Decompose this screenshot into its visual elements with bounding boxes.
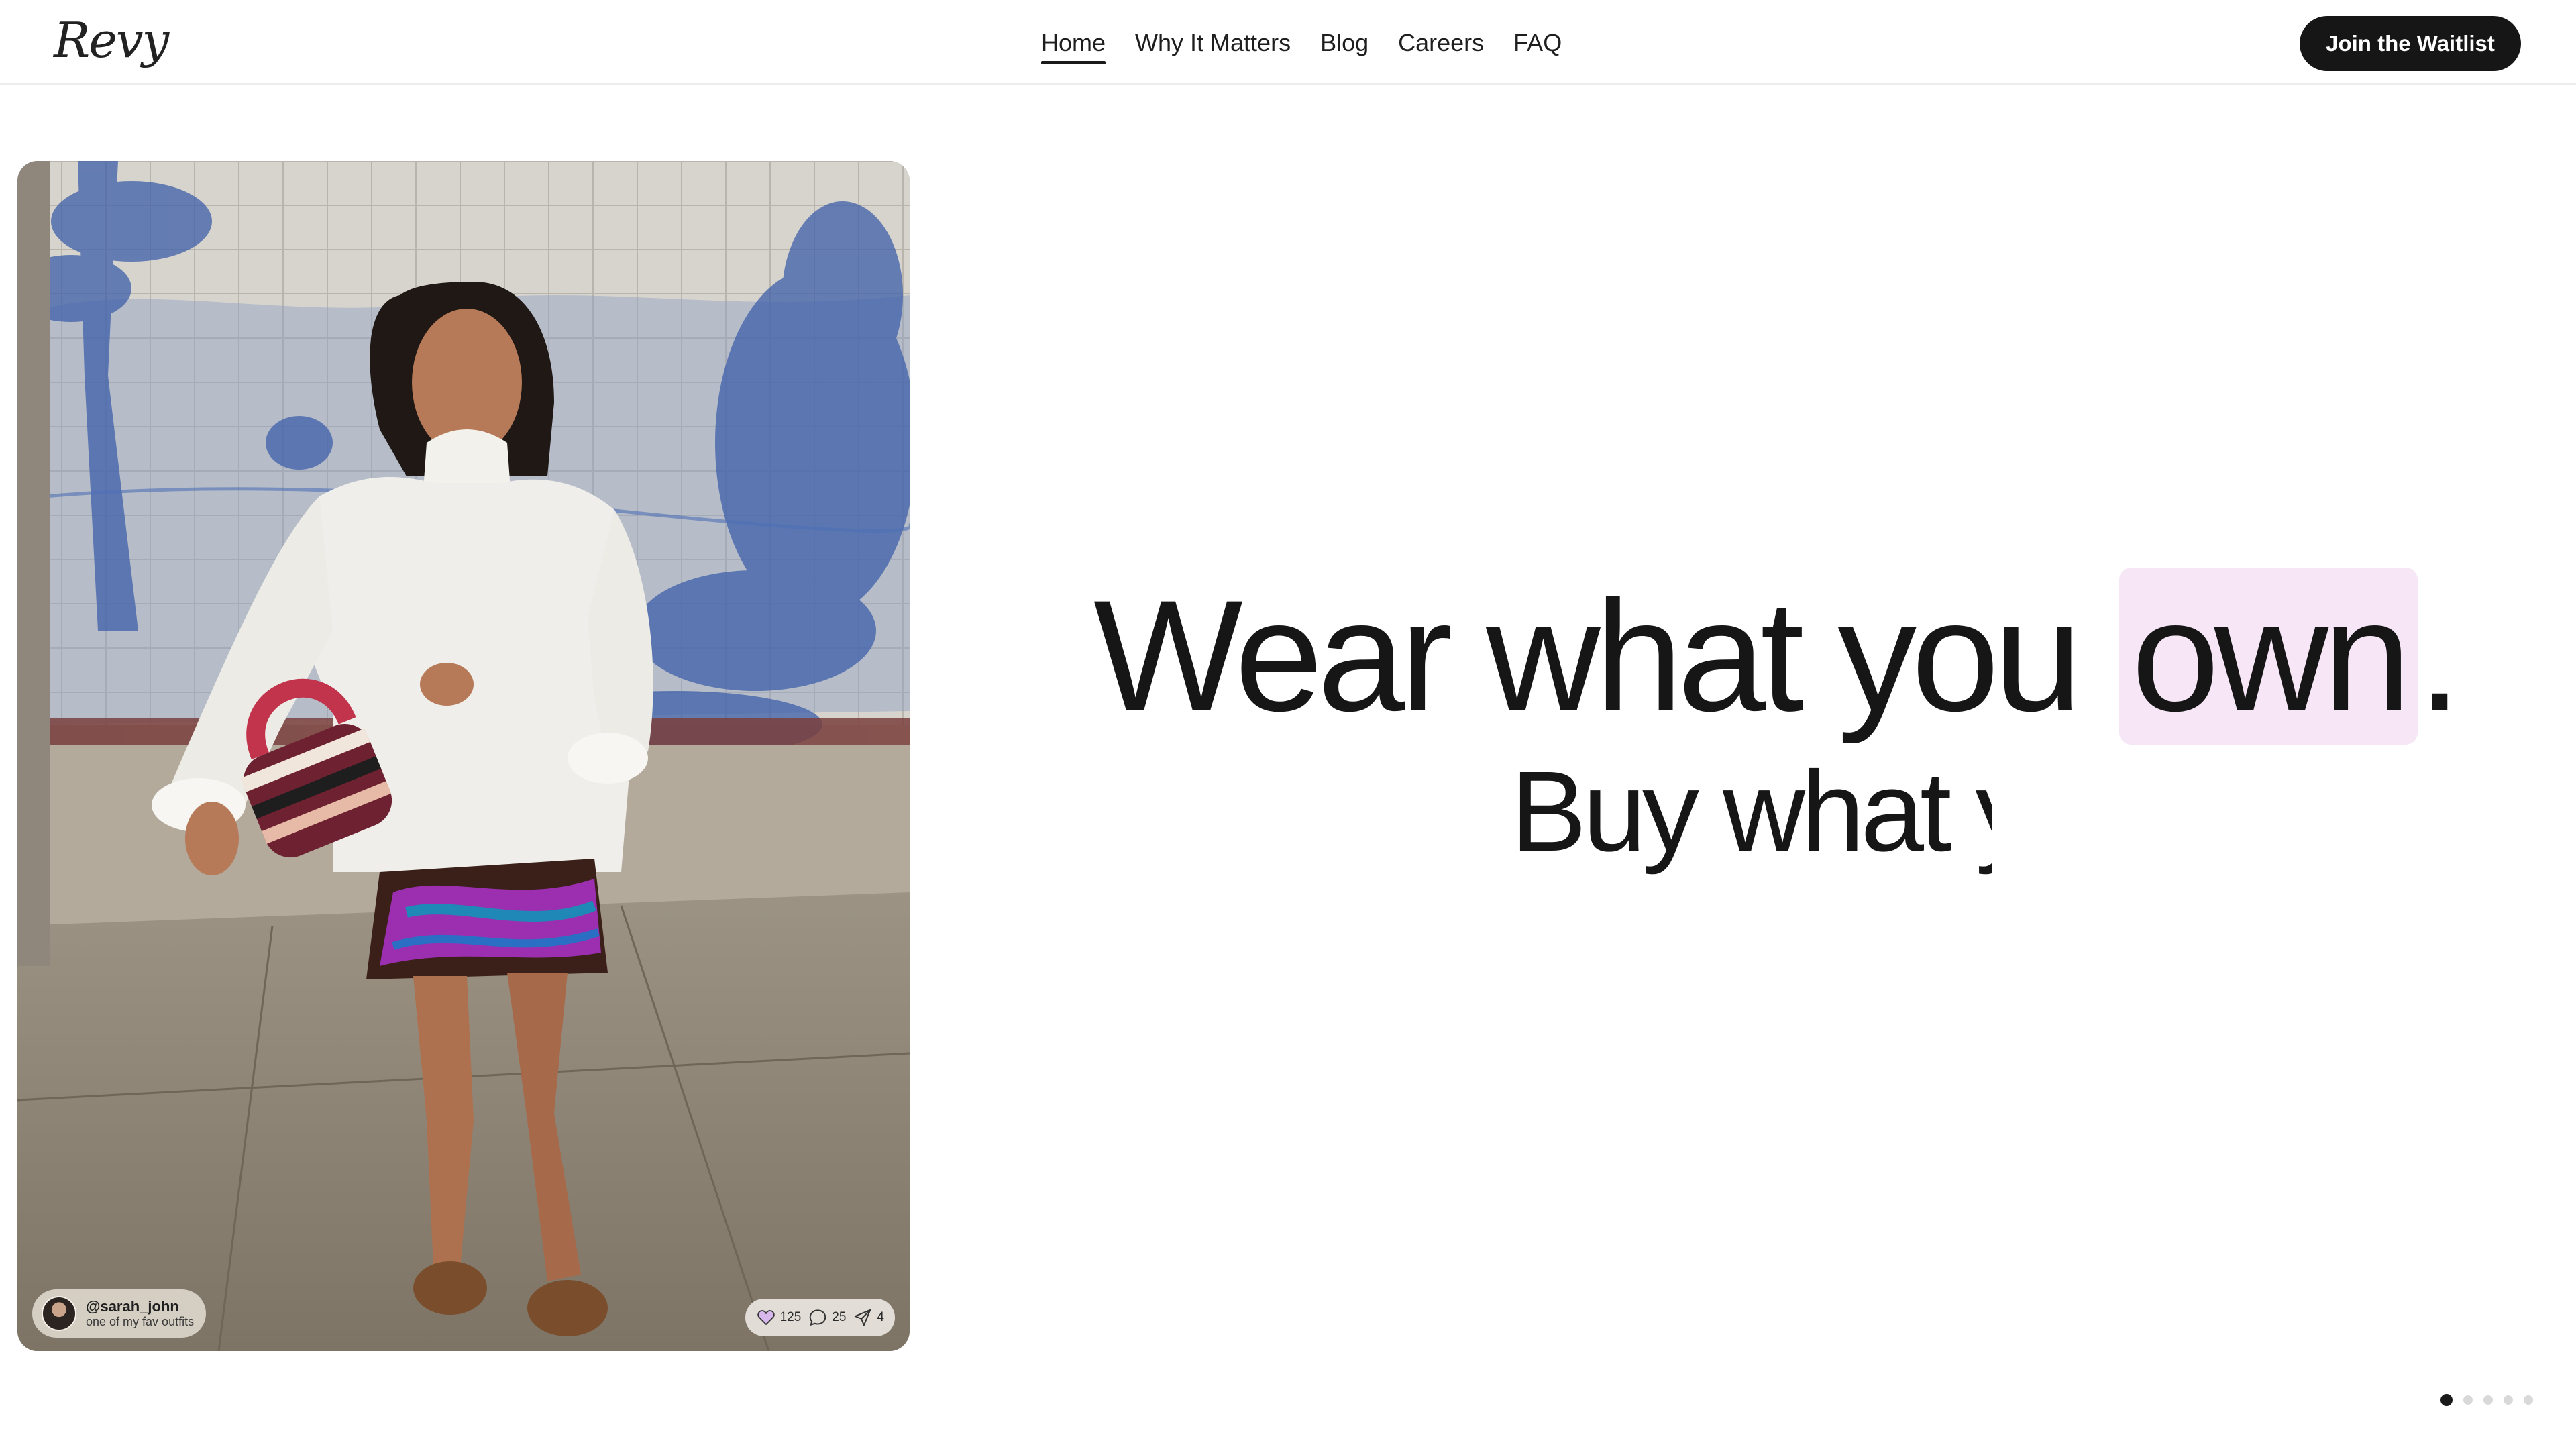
- post-stats: 125 25 4: [745, 1299, 895, 1336]
- nav-item-careers[interactable]: Careers: [1398, 27, 1484, 59]
- avatar: [42, 1296, 76, 1331]
- site-header: Revy Home Why It Matters Blog Careers FA…: [0, 0, 2576, 85]
- carousel-dot-2[interactable]: [2463, 1395, 2473, 1405]
- carousel-dot-4[interactable]: [2504, 1395, 2513, 1405]
- hero-headline-suffix: .: [2418, 568, 2462, 745]
- nav-item-faq[interactable]: FAQ: [1513, 27, 1562, 59]
- likes-stat[interactable]: 125: [756, 1307, 802, 1328]
- main-nav: Home Why It Matters Blog Careers FAQ: [1041, 27, 1562, 64]
- hero-headline: Wear what you own.: [1093, 568, 2462, 745]
- post-username: @sarah_john: [86, 1298, 179, 1315]
- hero-headline-highlight: own: [2119, 568, 2418, 745]
- send-icon: [855, 1309, 871, 1326]
- comments-stat[interactable]: 25: [808, 1307, 846, 1328]
- carousel-dot-1[interactable]: [2440, 1394, 2453, 1406]
- comment-icon: [810, 1309, 826, 1326]
- shares-count: 4: [877, 1310, 884, 1324]
- featured-outfit-card[interactable]: @sarah_john one of my fav outfits 125 25…: [17, 161, 910, 1351]
- brand-logo[interactable]: Revy: [54, 12, 169, 68]
- likes-count: 125: [780, 1310, 802, 1324]
- outfit-photo: [17, 161, 910, 1351]
- join-waitlist-button[interactable]: Join the Waitlist: [2300, 16, 2521, 71]
- carousel-dot-5[interactable]: [2524, 1395, 2533, 1405]
- heart-icon: [757, 1310, 775, 1326]
- comments-count: 25: [832, 1310, 847, 1324]
- carousel-dot-3[interactable]: [2483, 1395, 2493, 1405]
- post-caption: one of my fav outfits: [86, 1315, 195, 1329]
- shares-stat[interactable]: 4: [853, 1307, 884, 1328]
- nav-item-home[interactable]: Home: [1041, 27, 1106, 64]
- hero-subheadline: Buy what y: [1511, 748, 1992, 875]
- nav-item-blog[interactable]: Blog: [1320, 27, 1368, 59]
- hero-headline-prefix: Wear what you: [1093, 568, 2116, 745]
- nav-item-why-it-matters[interactable]: Why It Matters: [1135, 27, 1291, 59]
- carousel-indicator: [2440, 1394, 2533, 1406]
- post-author-pill[interactable]: @sarah_john one of my fav outfits: [32, 1289, 207, 1338]
